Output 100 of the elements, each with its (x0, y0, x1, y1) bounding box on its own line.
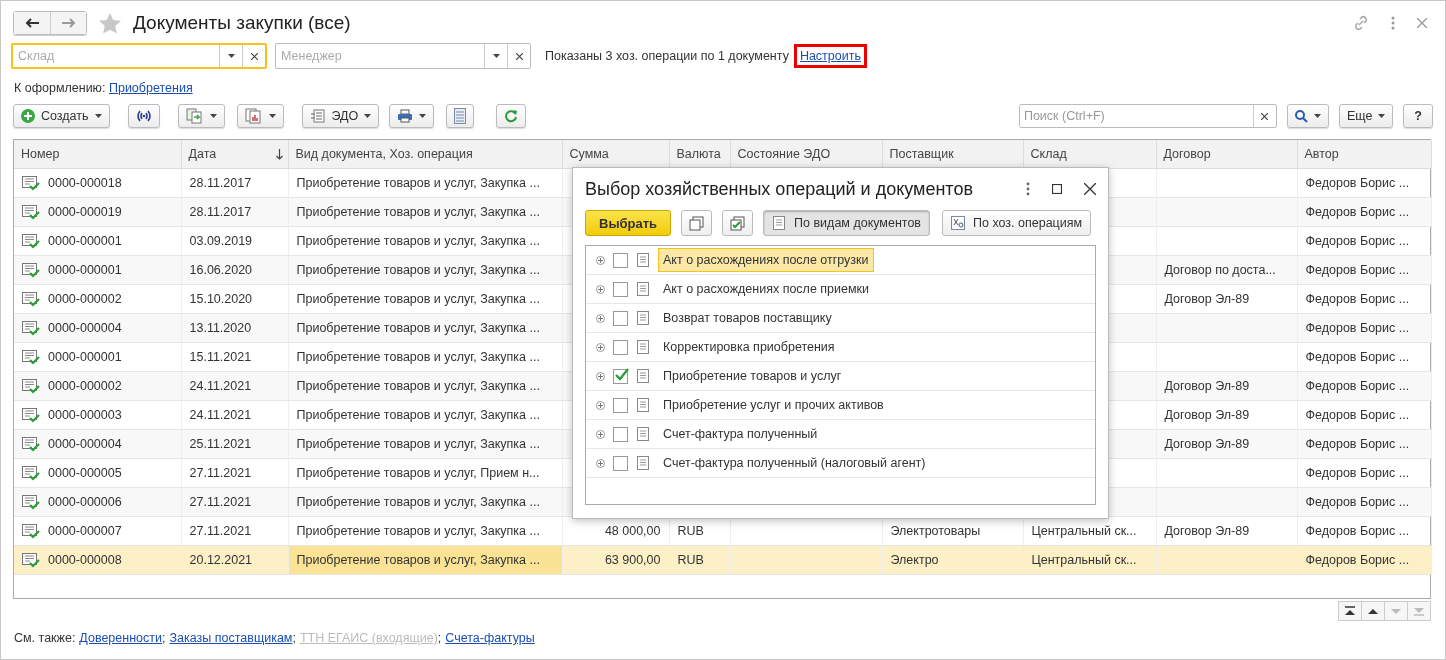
table-cell: 27.11.2021 (189, 495, 252, 509)
posted-document-icon (22, 552, 40, 568)
pager-button[interactable] (1338, 601, 1362, 621)
expand-icon[interactable] (596, 458, 605, 468)
expand-icon[interactable] (596, 255, 605, 265)
checkbox[interactable] (613, 339, 628, 355)
table-cell: Федоров Борис ... (1305, 495, 1410, 509)
checkbox[interactable] (613, 397, 628, 413)
column-header[interactable]: Сумма (562, 140, 669, 169)
expand-icon[interactable] (596, 342, 605, 352)
list-item[interactable]: Приобретение товаров и услуг (658, 364, 847, 388)
table-cell: 15.11.2021 (189, 350, 252, 364)
table-cell: 03.09.2019 (189, 234, 253, 248)
table-cell: Федоров Борис ... (1305, 524, 1410, 538)
column-header[interactable]: Состояние ЭДО (730, 140, 882, 169)
document-icon (636, 369, 650, 383)
see-also-link[interactable]: Счета-фактуры (445, 631, 535, 645)
more-icon[interactable] (1026, 182, 1030, 196)
column-header[interactable]: Вид документа, Хоз. операция (288, 140, 562, 169)
list-item[interactable]: Акт о расхождениях после отгрузки (658, 248, 874, 272)
expand-icon[interactable] (596, 284, 605, 294)
expand-icon[interactable] (596, 400, 605, 410)
checkbox[interactable] (613, 281, 628, 297)
list-item[interactable]: Счет-фактура полученный (658, 422, 823, 446)
purchases-link[interactable]: Приобретения (108, 81, 193, 95)
filter-field[interactable]: Склад (13, 45, 219, 67)
table-cell: 0000-000002 (48, 292, 122, 306)
table-cell: Договор Эл-89 (1164, 437, 1250, 451)
list-item[interactable]: Возврат товаров поставщику (658, 306, 837, 330)
maximize-icon[interactable] (1052, 184, 1062, 194)
checkbox[interactable] (613, 252, 628, 268)
table-cell: 28.11.2017 (189, 205, 252, 219)
column-header[interactable]: Договор (1156, 140, 1297, 169)
back-arrow-icon (25, 18, 39, 28)
separator: ; (162, 631, 166, 645)
copy-button[interactable] (681, 210, 713, 236)
column-header[interactable]: Поставщик (882, 140, 1023, 169)
copy-icon (689, 215, 705, 231)
checkbox[interactable] (613, 368, 628, 384)
checkbox[interactable] (613, 455, 628, 471)
toolbar-button[interactable]: ЭДО (301, 104, 380, 128)
checkbox[interactable] (613, 426, 628, 442)
expand-icon[interactable] (596, 429, 605, 439)
caret-icon (1313, 114, 1321, 118)
search-icon (1294, 109, 1308, 123)
help-button[interactable]: ? (1403, 104, 1433, 128)
select-button[interactable]: Выбрать (585, 210, 672, 236)
more-button[interactable]: Еще (1338, 104, 1394, 128)
toolbar-button[interactable]: Создать (13, 104, 110, 128)
document-icon (636, 282, 650, 296)
list-item[interactable]: Приобретение услуг и прочих активов (658, 393, 889, 417)
mode-toggle[interactable]: По видам документов (763, 210, 930, 236)
check-all-button[interactable] (722, 210, 754, 236)
column-header[interactable]: Номер (14, 140, 181, 169)
mode-toggle[interactable]: По хоз. операциям (942, 210, 1092, 236)
column-header[interactable]: Валюта (669, 140, 730, 169)
filter-field[interactable]: Менеджер (275, 43, 531, 69)
more-icon[interactable] (1391, 16, 1395, 30)
document-icon (636, 427, 650, 441)
see-also-link[interactable]: Доверенности (79, 631, 162, 645)
close-icon[interactable] (1084, 183, 1096, 195)
expand-icon[interactable] (596, 313, 605, 323)
posted-document-icon (22, 523, 40, 539)
toolbar-button[interactable] (127, 104, 160, 128)
posted-document-icon (22, 349, 40, 365)
list-item[interactable]: Корректировка приобретения (658, 335, 840, 359)
document-icon (636, 456, 650, 470)
caret-icon (364, 114, 372, 118)
column-header[interactable]: Склад (1023, 140, 1156, 169)
table-cell: Электро (890, 553, 939, 567)
table-cell: Центральный ск... (1031, 524, 1137, 538)
up-arrow-icon (1367, 606, 1379, 616)
posted-document-icon (22, 291, 40, 307)
configure-link[interactable]: Настроить (796, 47, 864, 65)
checkbox[interactable] (613, 310, 628, 326)
caret-icon (1378, 114, 1386, 118)
clear-icon[interactable] (1261, 112, 1269, 120)
clear-icon[interactable] (515, 52, 523, 60)
link-icon[interactable] (1353, 15, 1369, 31)
list-item[interactable]: Акт о расхождениях после приемки (658, 277, 875, 301)
table-cell: Приобретение товаров и услуг, Закупка ... (296, 553, 540, 567)
filter-field[interactable]: Менеджер (276, 44, 484, 68)
list-item[interactable]: Счет-фактура полученный (налоговый агент) (658, 451, 931, 475)
document-icon (636, 311, 650, 325)
star-icon[interactable] (99, 12, 121, 34)
column-header[interactable]: Автор (1297, 140, 1431, 169)
operation-icon (951, 216, 965, 230)
filter-field[interactable]: Склад (11, 43, 267, 69)
search-button[interactable] (1286, 104, 1329, 128)
table-cell: Приобретение товаров и услуг, Закупка ... (296, 495, 540, 509)
table-cell: Приобретение товаров и услуг, Закупка ... (296, 350, 540, 364)
table-cell: Приобретение товаров и услуг, Закупка ... (296, 263, 540, 277)
toolbar-button[interactable] (389, 104, 435, 128)
pager-button[interactable] (1361, 601, 1385, 621)
table-cell: 27.11.2021 (189, 466, 252, 480)
expand-icon[interactable] (596, 371, 605, 381)
search-field[interactable]: Поиск (Ctrl+F) (1018, 104, 1277, 128)
clear-icon[interactable] (250, 52, 258, 60)
back-button[interactable] (14, 12, 50, 34)
column-header[interactable]: Дата (181, 140, 288, 169)
